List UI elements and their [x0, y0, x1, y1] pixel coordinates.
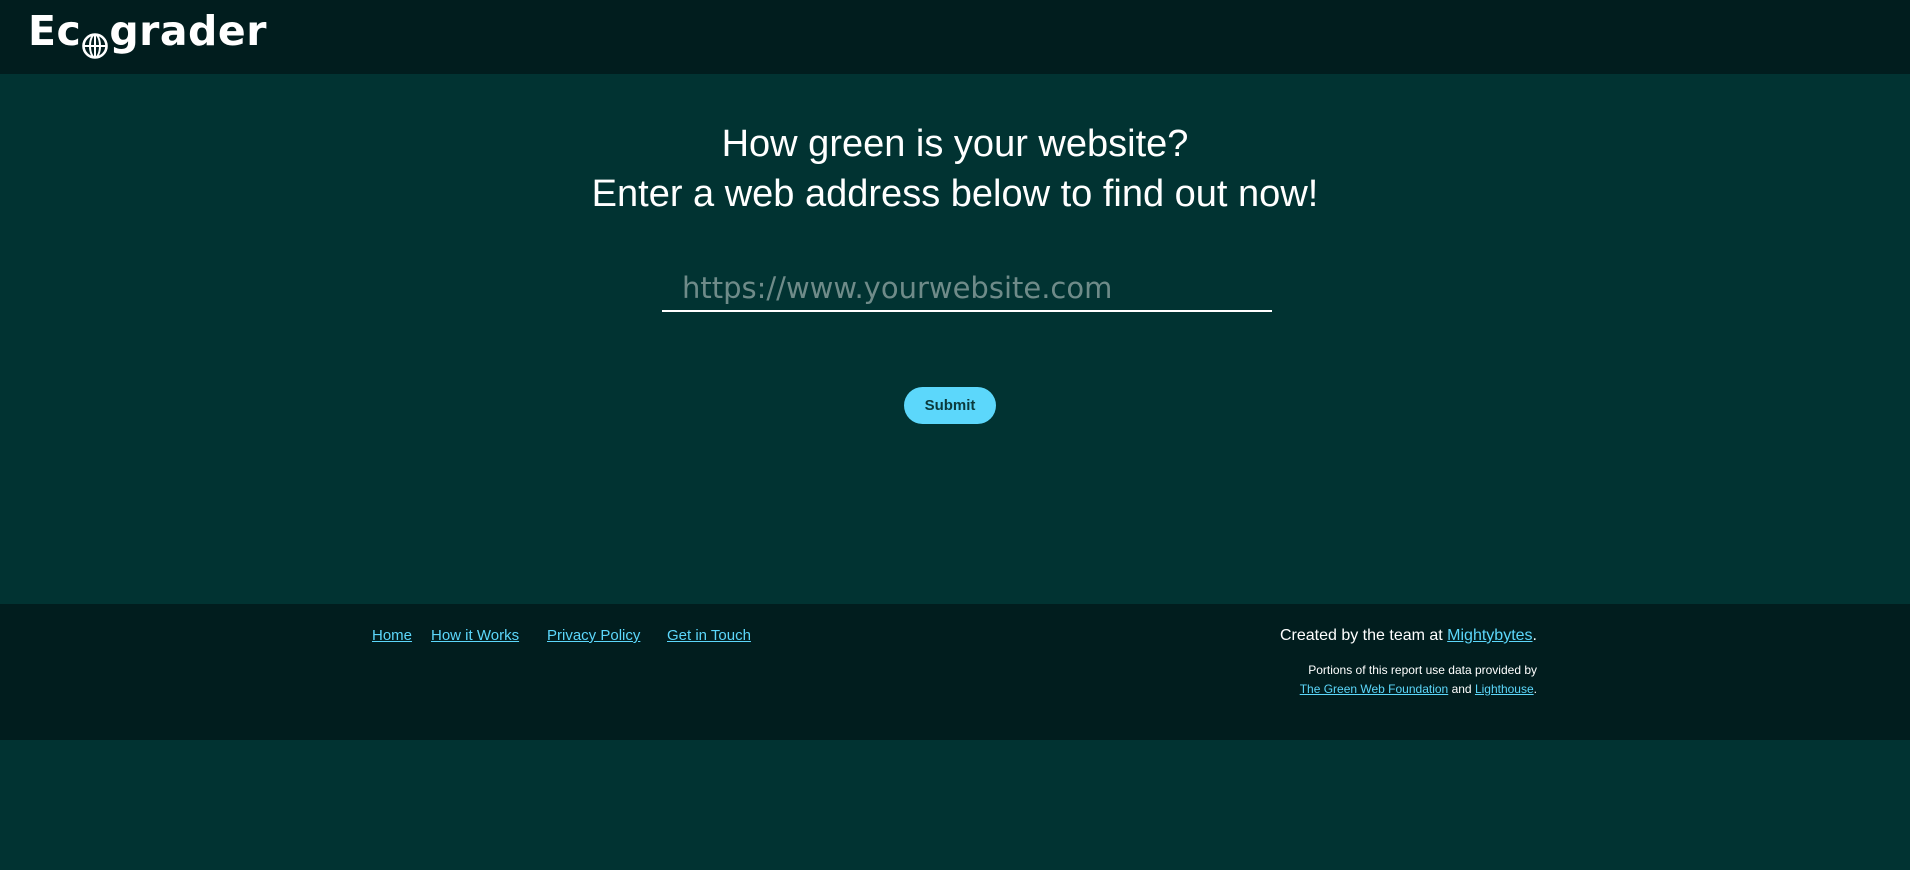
footer-link-get-in-touch[interactable]: Get in Touch	[667, 627, 751, 644]
footer-link-how-it-works[interactable]: How it Works	[431, 627, 519, 644]
green-web-foundation-link[interactable]: The Green Web Foundation	[1300, 682, 1449, 696]
footer-credits: Created by the team at Mightybytes. Port…	[1280, 626, 1537, 699]
created-by-text: Created by the team at Mightybytes.	[1280, 626, 1537, 646]
mightybytes-link[interactable]: Mightybytes	[1447, 627, 1532, 644]
submit-button[interactable]: Submit	[904, 387, 996, 424]
site-footer: Home How it Works Privacy Policy Get in …	[0, 604, 1910, 740]
data-sources-links: The Green Web Foundation and Lighthouse.	[1280, 680, 1537, 699]
ecograder-logo[interactable]: Ec grader	[28, 6, 267, 59]
hero-subheadline: Enter a web address below to find out no…	[591, 173, 1319, 215]
footer-link-home[interactable]: Home	[372, 627, 412, 644]
logo-text-suffix: grader	[109, 7, 267, 55]
hero-headline: How green is your website?	[721, 123, 1189, 165]
sources-and-text: and	[1448, 682, 1475, 696]
logo-text-prefix: Ec	[28, 7, 82, 55]
hero-section: How green is your website? Enter a web a…	[0, 74, 1910, 604]
lighthouse-link[interactable]: Lighthouse	[1475, 682, 1534, 696]
globe-icon	[82, 21, 109, 59]
website-url-input[interactable]	[662, 266, 1272, 312]
sources-suffix: .	[1533, 682, 1537, 696]
portions-text: Portions of this report use data provide…	[1308, 663, 1537, 677]
footer-link-privacy-policy[interactable]: Privacy Policy	[547, 627, 640, 644]
created-by-prefix: Created by the team at	[1279, 627, 1448, 644]
page-bottom-area	[0, 740, 1910, 870]
data-sources-note: Portions of this report use data provide…	[1280, 661, 1537, 699]
created-by-suffix: .	[1532, 627, 1537, 644]
site-header: Ec grader	[0, 0, 1910, 74]
